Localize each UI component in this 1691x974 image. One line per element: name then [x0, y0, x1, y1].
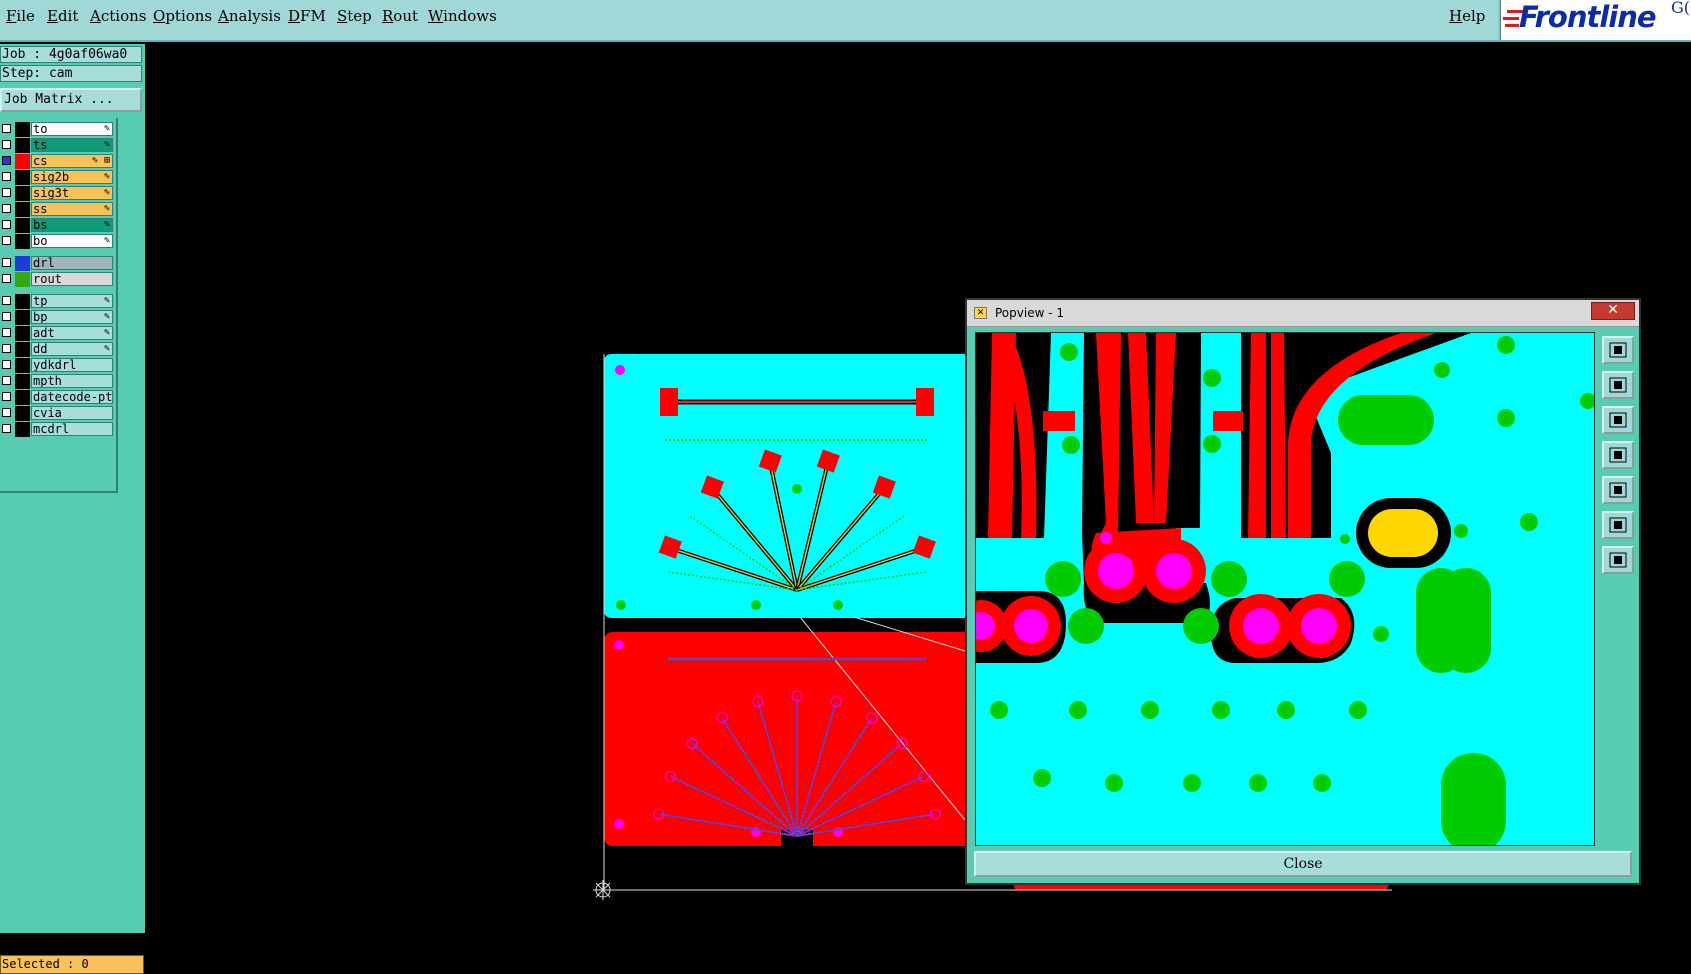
datum-origin-icon — [593, 880, 613, 900]
board-top-panel — [604, 354, 965, 618]
zoom-window-icon[interactable] — [1602, 336, 1634, 364]
popview-title: Popview - 1 — [995, 306, 1064, 320]
fiducial — [615, 365, 625, 375]
tooling-hole — [833, 600, 843, 610]
pan-up-icon[interactable] — [1602, 371, 1634, 399]
selected-count: Selected : 0 — [0, 955, 144, 974]
zoom-fit-icon[interactable] — [1602, 511, 1634, 539]
board-bottom-panel — [604, 632, 965, 846]
popview-window: ✕ Popview - 1 ✕ Close — [965, 298, 1641, 885]
app-icon: ✕ — [974, 307, 987, 319]
fiducial — [614, 819, 624, 829]
pan-right-icon[interactable] — [1602, 476, 1634, 504]
tooling-hole — [792, 484, 802, 494]
fiducial — [614, 640, 624, 650]
popview-titlebar[interactable]: ✕ Popview - 1 ✕ — [967, 300, 1639, 327]
zoom-home-icon[interactable] — [1602, 546, 1634, 574]
pan-down-icon[interactable] — [1602, 406, 1634, 434]
popview-close-button[interactable]: Close — [974, 851, 1632, 877]
popview-canvas[interactable] — [975, 332, 1595, 846]
window-close-icon[interactable]: ✕ — [1591, 302, 1635, 320]
tooling-hole — [751, 600, 761, 610]
popview-toolbar — [1597, 332, 1637, 846]
tooling-hole — [616, 600, 626, 610]
popview-zoom-image — [976, 333, 1594, 845]
pan-left-icon[interactable] — [1602, 441, 1634, 469]
